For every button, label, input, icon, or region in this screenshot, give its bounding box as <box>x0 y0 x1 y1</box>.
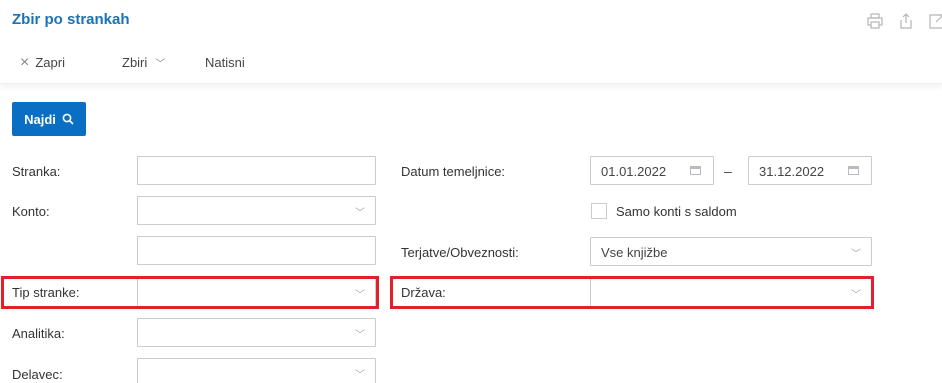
chevron-down-icon: ﹀ <box>155 59 166 70</box>
date-to-value: 31.12.2022 <box>759 164 825 179</box>
date-range-separator: – <box>724 163 732 179</box>
terjatve-value: Vse knjižbe <box>601 245 668 260</box>
sums-dropdown[interactable]: Zbiri ﹀ <box>122 55 165 70</box>
konto-label: Konto: <box>12 204 50 219</box>
samo-konti-checkbox[interactable] <box>591 203 607 219</box>
calendar-icon[interactable] <box>690 166 701 175</box>
samo-konti-label: Samo konti s saldom <box>616 204 737 219</box>
konto-select[interactable]: ﹀ <box>137 196 376 225</box>
close-label: Zapri <box>35 55 65 70</box>
print-icon[interactable] <box>866 12 884 30</box>
print-label: Natisni <box>205 55 245 70</box>
stranka-label: Stranka: <box>12 164 61 179</box>
date-from-input[interactable]: 01.01.2022 <box>590 156 714 185</box>
stranka-input[interactable] <box>137 156 376 185</box>
chevron-down-icon: ﹀ <box>851 249 861 260</box>
calendar-icon[interactable] <box>848 166 859 175</box>
close-button[interactable]: × Zapri <box>20 54 65 71</box>
date-to-input[interactable]: 31.12.2022 <box>748 156 872 185</box>
page-title: Zbir po strankah <box>12 11 130 28</box>
delavec-select[interactable]: ﹀ <box>137 358 376 383</box>
find-button[interactable]: Najdi <box>12 102 86 136</box>
toolbar: × Zapri Zbiri ﹀ Natisni <box>0 42 942 84</box>
terjatve-select[interactable]: Vse knjižbe ﹀ <box>590 237 872 266</box>
tip-stranke-highlight <box>1 276 379 309</box>
find-label: Najdi <box>24 111 56 127</box>
konto-secondary-input[interactable] <box>137 236 376 265</box>
drzava-highlight <box>390 276 874 309</box>
delavec-label: Delavec: <box>12 367 63 382</box>
datum-label: Datum temeljnice: <box>401 164 506 179</box>
page-header: Zbir po strankah <box>0 0 942 42</box>
analitika-select[interactable]: ﹀ <box>137 318 376 347</box>
chevron-down-icon: ﹀ <box>355 370 365 381</box>
export-icon[interactable] <box>928 12 942 30</box>
chevron-down-icon: ﹀ <box>355 330 365 341</box>
sums-label: Zbiri <box>122 55 148 70</box>
share-icon[interactable] <box>897 12 915 30</box>
search-icon <box>62 113 74 125</box>
chevron-down-icon: ﹀ <box>355 208 365 219</box>
terjatve-label: Terjatve/Obveznosti: <box>401 245 519 260</box>
print-button[interactable]: Natisni <box>205 55 245 70</box>
date-from-value: 01.01.2022 <box>601 164 667 179</box>
close-icon: × <box>20 54 30 71</box>
analitika-label: Analitika: <box>12 326 65 341</box>
